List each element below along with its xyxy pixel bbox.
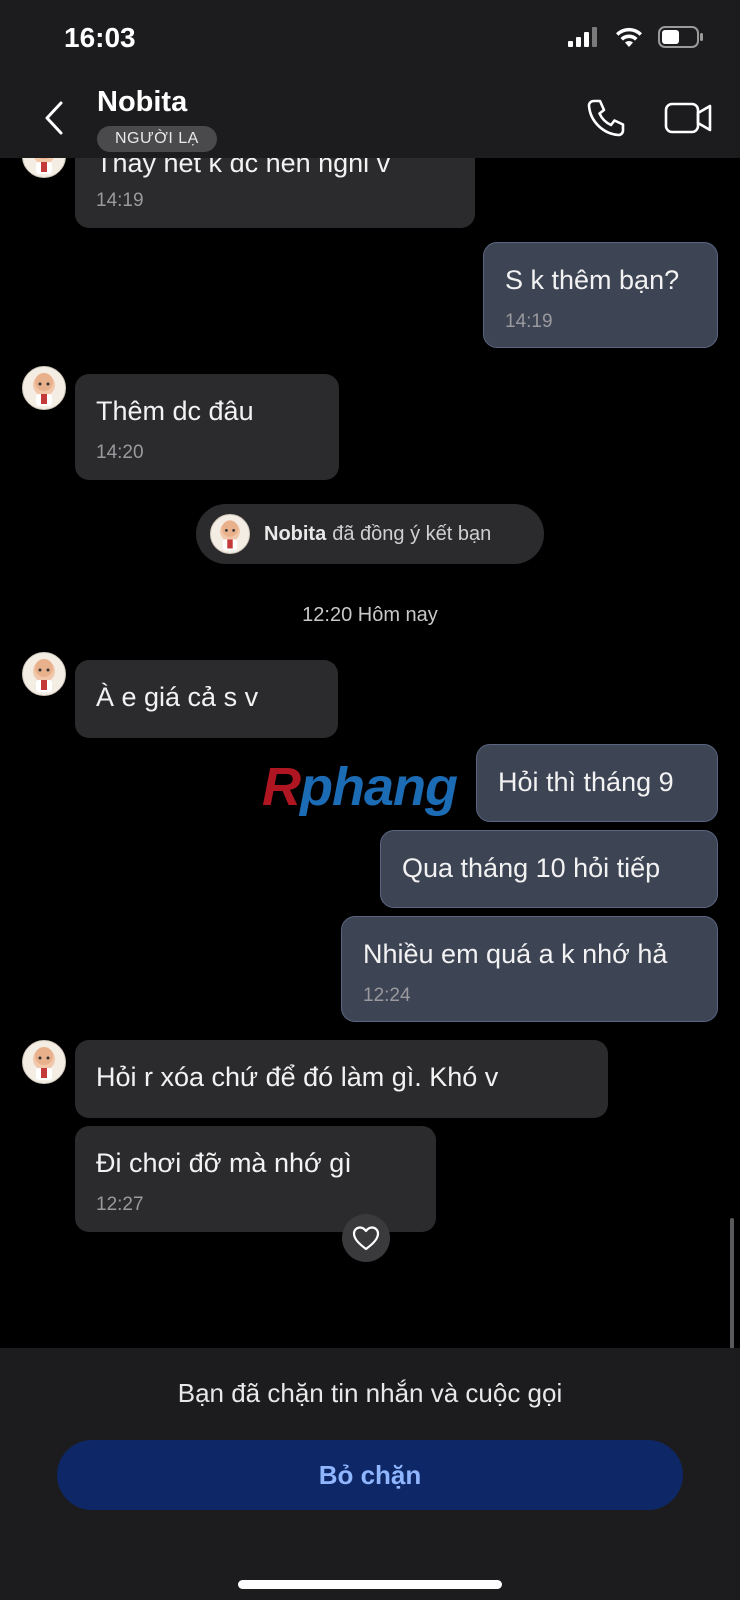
scrollbar[interactable] <box>730 1218 734 1348</box>
battery-icon <box>658 26 703 48</box>
message-text: Hỏi r xóa chứ để đó làm gì. Khó v <box>96 1062 499 1092</box>
message-text: Hỏi thì tháng 9 <box>498 767 674 797</box>
avatar-image <box>34 158 54 174</box>
video-camera-icon <box>664 102 712 134</box>
avatar <box>210 514 250 554</box>
message-text: S k thêm bạn? <box>505 265 680 295</box>
chat-header: Nobita NGƯỜI LẠ <box>0 78 740 158</box>
message-text: Qua tháng 10 hỏi tiếp <box>402 853 661 883</box>
message-time: 14:19 <box>96 190 144 211</box>
avatar[interactable] <box>22 366 66 410</box>
stranger-badge: NGƯỜI LẠ <box>97 126 217 152</box>
watermark-logo: Rphang <box>262 757 458 817</box>
message-time: 12:27 <box>96 1194 144 1215</box>
message-text: À e giá cả s v <box>96 682 259 712</box>
message-text: Đi chơi đỡ mà nhớ gì <box>96 1148 352 1178</box>
message-text: Nhiều em quá a k nhớ hả <box>363 939 668 969</box>
wifi-icon <box>616 27 642 47</box>
avatar-image <box>33 1047 55 1080</box>
react-heart-button[interactable] <box>342 1214 390 1262</box>
message-bubble-incoming[interactable]: Thấy hết k dc nên nghỉ v 14:19 <box>75 158 475 228</box>
unblock-button[interactable]: Bỏ chặn <box>57 1440 683 1510</box>
blocked-panel: Bạn đã chặn tin nhắn và cuộc gọi Bỏ chặn <box>0 1348 740 1600</box>
avatar[interactable] <box>22 652 66 696</box>
avatar-image <box>33 373 55 406</box>
message-bubble-outgoing[interactable]: Qua tháng 10 hỏi tiếp <box>380 830 718 908</box>
notice-name: Nobita <box>264 522 327 545</box>
message-bubble-incoming[interactable]: Đi chơi đỡ mà nhớ gì 12:27 <box>75 1126 436 1232</box>
contact-name[interactable]: Nobita <box>97 86 187 119</box>
status-time: 16:03 <box>64 22 136 53</box>
avatar-image <box>33 659 55 692</box>
message-bubble-incoming[interactable]: Hỏi r xóa chứ để đó làm gì. Khó v <box>75 1040 608 1118</box>
message-bubble-outgoing[interactable]: Hỏi thì tháng 9 <box>476 744 718 822</box>
avatar-image <box>220 520 240 551</box>
status-icons <box>568 26 704 48</box>
message-bubble-outgoing[interactable]: S k thêm bạn? 14:19 <box>483 242 718 348</box>
message-text: Thêm dc đâu <box>96 396 254 426</box>
message-text: Thấy hết k dc nên nghỉ v <box>96 158 391 178</box>
message-time: 14:19 <box>505 311 553 332</box>
avatar[interactable] <box>22 1040 66 1084</box>
heart-icon <box>352 1226 380 1251</box>
blocked-message: Bạn đã chặn tin nhắn và cuộc gọi <box>177 1378 563 1408</box>
message-time: 14:20 <box>96 442 144 463</box>
home-indicator[interactable] <box>238 1580 502 1589</box>
notice-text: đã đồng ý kết bạn <box>332 522 492 545</box>
friend-accepted-notice: Nobita đã đồng ý kết bạn <box>196 504 544 564</box>
message-bubble-incoming[interactable]: Thêm dc đâu 14:20 <box>75 374 339 480</box>
chevron-left-icon <box>45 101 63 135</box>
signal-icon <box>568 27 597 47</box>
time-separator: 12:20 Hôm nay <box>302 604 438 626</box>
message-list[interactable]: Thấy hết k dc nên nghỉ v 14:19 S k thêm … <box>0 158 740 1348</box>
back-button[interactable] <box>34 94 74 142</box>
message-bubble-outgoing[interactable]: Nhiều em quá a k nhớ hả 12:24 <box>341 916 718 1022</box>
message-time: 12:24 <box>363 985 411 1006</box>
avatar[interactable] <box>22 158 66 178</box>
status-bar: 16:03 <box>0 0 740 78</box>
video-call-button[interactable] <box>664 96 714 140</box>
message-bubble-incoming[interactable]: À e giá cả s v <box>75 660 338 738</box>
voice-call-button[interactable] <box>584 96 628 140</box>
phone-icon <box>587 99 625 137</box>
